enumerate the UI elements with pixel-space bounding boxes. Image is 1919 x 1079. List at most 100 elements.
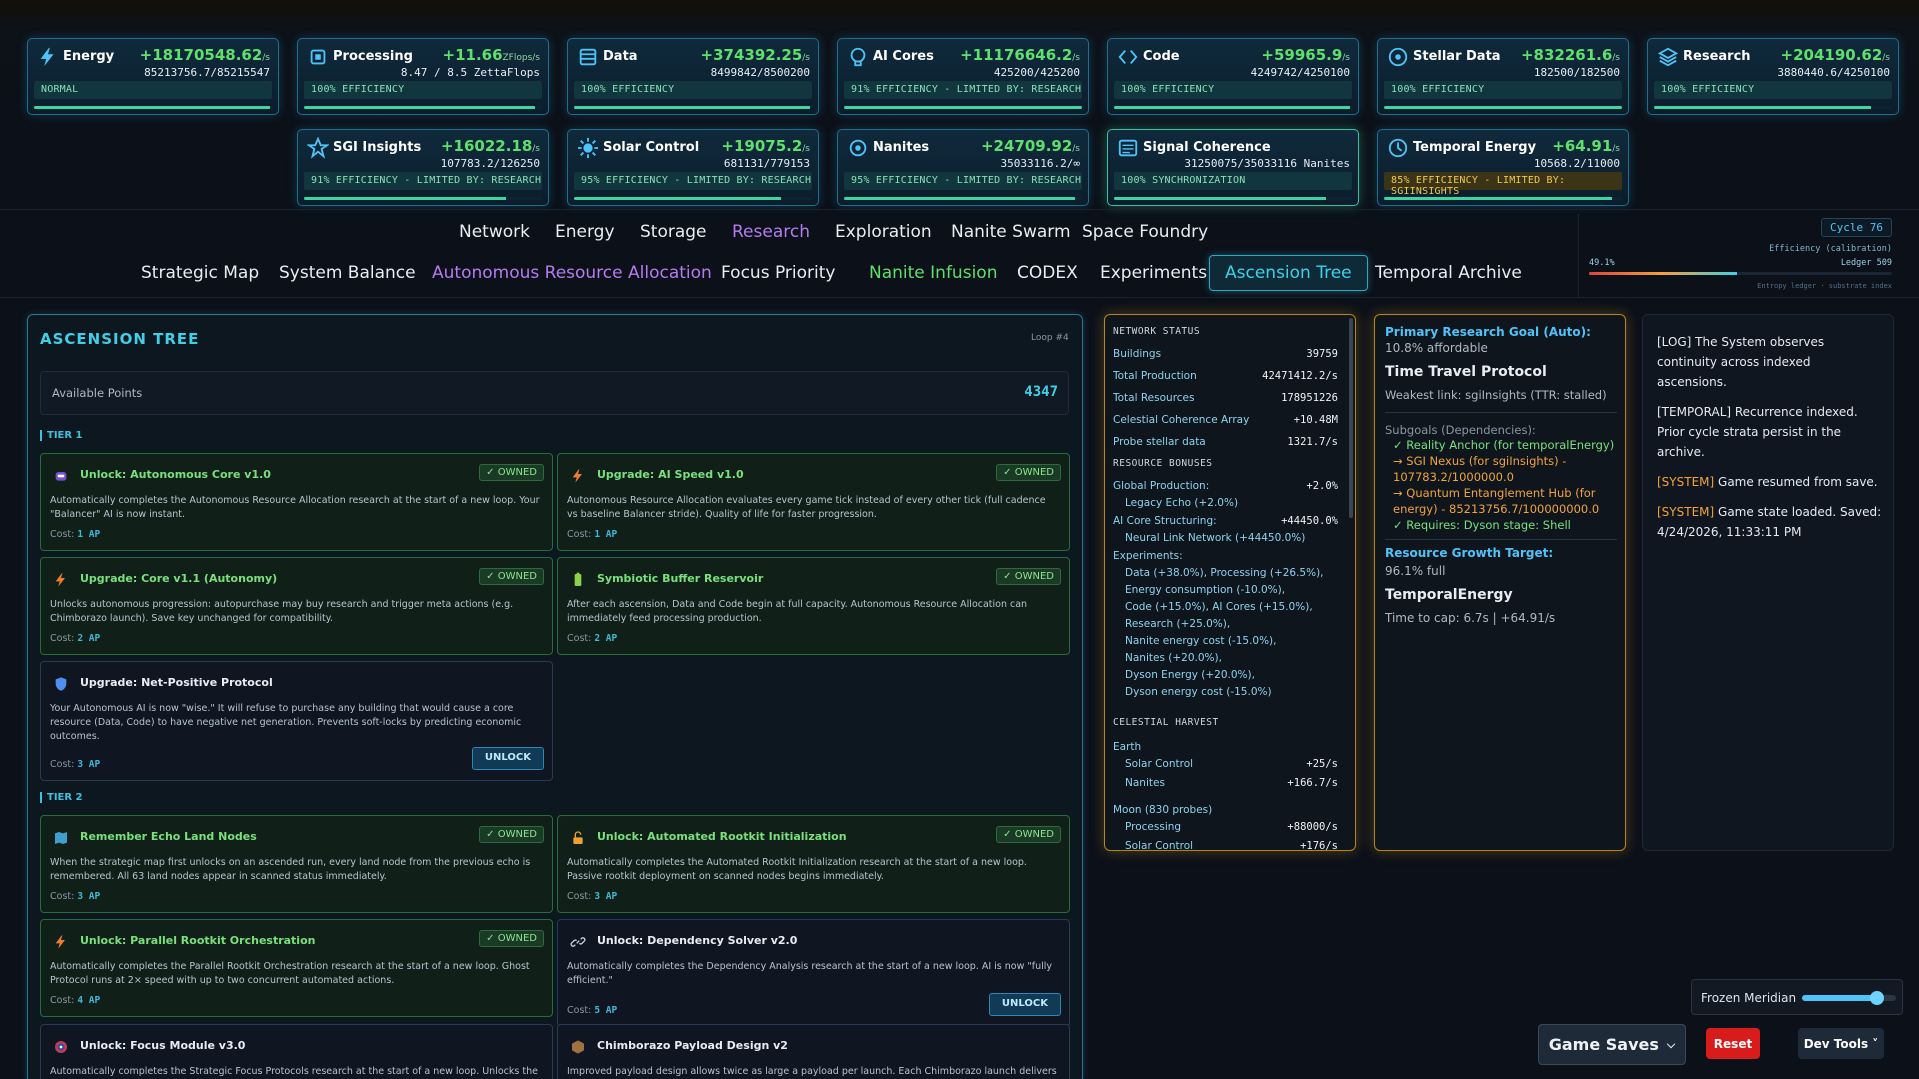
unlock-button[interactable]: UNLOCK <box>988 993 1061 1016</box>
subnav-ascension-tree[interactable]: Ascension Tree <box>1209 255 1368 291</box>
subnav-temporal-archive[interactable]: Temporal Archive <box>1375 263 1522 283</box>
resource-progress-bar <box>574 106 812 109</box>
chevron-down-icon: ⌵ <box>1666 1037 1676 1051</box>
moon-harvest-value: +176/s <box>1300 840 1338 851</box>
node-cost: Cost: 3 AP <box>567 891 617 902</box>
resource-bonuses-heading: RESOURCE BONUSES <box>1113 458 1213 469</box>
nav-network[interactable]: Network <box>459 222 530 242</box>
nav-space-foundry[interactable]: Space Foundry <box>1082 222 1208 242</box>
experiment-line-label: Nanites (+20.0%), <box>1125 652 1222 664</box>
resource-card-data[interactable]: Data +374392.25/s 8499842/8500200 100% EFFI… <box>567 38 819 115</box>
resource-name: Processing <box>333 49 413 64</box>
resource-card-solar-control[interactable]: Solar Control +19075.2/s 681131/779153 95% … <box>567 129 819 206</box>
earth-harvest: Nanites +166.7/s <box>1113 777 1338 789</box>
node-cost-value: 5 AP <box>594 1005 618 1016</box>
node-title: Upgrade: Net-Positive Protocol <box>80 676 273 689</box>
subnav-experiments[interactable]: Experiments <box>1100 263 1207 283</box>
resource-card-code[interactable]: Code +59965.9/s 4249742/4250100 100% EFFICI… <box>1107 38 1359 115</box>
nav-exploration[interactable]: Exploration <box>835 222 932 242</box>
ascension-node[interactable]: Unlock: Parallel Rootkit Orchestration Au… <box>40 919 553 1017</box>
resource-progress-fill <box>1384 106 1622 109</box>
resource-rate: +374392.25/s <box>701 46 811 64</box>
resource-rate-unit: /s <box>1072 53 1080 63</box>
resource-card-sgi-insights[interactable]: SGI Insights +16022.18/s 107783.2/126250 91… <box>297 129 549 206</box>
ascension-node[interactable]: Upgrade: Core v1.1 (Autonomy) Unlocks aut… <box>40 557 553 655</box>
resource-card-research[interactable]: Research +204190.62/s 3880440.6/4250100 100… <box>1647 38 1899 115</box>
subnav-system-balance[interactable]: System Balance <box>279 263 416 283</box>
resource-card-stellar-data[interactable]: Stellar Data +832261.6/s 182500/182500 100%… <box>1377 38 1629 115</box>
ascension-node[interactable]: Remember Echo Land Nodes When the strateg… <box>40 815 553 913</box>
ascension-node[interactable]: Upgrade: Net-Positive Protocol Your Auton… <box>40 661 553 781</box>
game-saves-button[interactable]: Game Saves ⌵ <box>1538 1024 1686 1065</box>
resource-name: Solar Control <box>603 140 700 155</box>
nav-energy[interactable]: Energy <box>555 222 615 242</box>
resource-card-processing[interactable]: Processing +11.66ZFlops/s 8.47 / 8.5 Zetta… <box>297 38 549 115</box>
node-cost: Cost: 2 AP <box>567 633 617 644</box>
experiment-line: Nanite energy cost (-15.0%), <box>1113 635 1338 647</box>
reset-button[interactable]: Reset <box>1706 1028 1760 1059</box>
resource-progress-fill <box>1114 106 1350 109</box>
subnav-focus-priority[interactable]: Focus Priority <box>721 263 835 283</box>
resource-card-energy[interactable]: Energy +18170548.62/s 85213756.7/85215547 N… <box>27 38 279 115</box>
network-scrollbar[interactable] <box>1349 318 1353 518</box>
ascension-node[interactable]: Symbiotic Buffer Reservoir After each asc… <box>557 557 1070 655</box>
nav-storage[interactable]: Storage <box>640 222 707 242</box>
unlock-button[interactable]: UNLOCK <box>471 747 544 770</box>
lightning-icon <box>37 46 59 68</box>
resource-card-temporal-energy[interactable]: Temporal Energy +64.91/s 10568.2/11000 85% … <box>1377 129 1629 206</box>
resource-rate-unit: /s <box>802 53 810 63</box>
resource-progress-bar <box>844 197 1082 200</box>
resource-rate-value: +18170548.62 <box>139 46 263 64</box>
resource-progress-bar <box>304 106 542 109</box>
node-description: Automatically completes the Parallel Roo… <box>50 961 530 986</box>
ascension-node[interactable]: Chimborazo Payload Design v2 Improved pay… <box>557 1024 1070 1079</box>
ascension-node[interactable]: Unlock: Autonomous Core v1.0 Automaticall… <box>40 453 553 551</box>
node-cost: Cost: 5 AP <box>567 1005 617 1016</box>
frozen-meridian-slider[interactable] <box>1802 991 1896 1005</box>
ascension-node[interactable]: Unlock: Focus Module v3.0 Automatically c… <box>40 1024 553 1079</box>
network-stat-value: 39759 <box>1306 348 1338 360</box>
node-cost-label: Cost: <box>50 995 75 1006</box>
resource-progress-bar <box>844 106 1082 109</box>
ascension-node[interactable]: Upgrade: AI Speed v1.0 Autonomous Resourc… <box>557 453 1070 551</box>
node-cost-label: Cost: <box>567 891 592 902</box>
resource-rate-value: +59965.9 <box>1261 46 1343 64</box>
network-stat-value: 1321.7/s <box>1287 436 1338 448</box>
cycle-badge: Cycle 76 <box>1821 218 1892 237</box>
resource-rate: +11.66ZFlops/s <box>443 46 541 64</box>
experiment-line-label: Nanite energy cost (-15.0%), <box>1125 635 1277 647</box>
resource-progress-bar <box>1654 106 1892 109</box>
resource-rate-unit: /s <box>1882 53 1890 63</box>
resource-card-signal-coherence[interactable]: Signal Coherence 31250075/35033116 Nanite… <box>1107 129 1359 206</box>
efficiency-badge: 91% EFFICIENCY - LIMITED BY: RESEARCH <box>844 81 1082 99</box>
subnav-codex[interactable]: CODEX <box>1017 263 1078 283</box>
network-stat-value: 178951226 <box>1281 392 1338 404</box>
node-cost: Cost: 3 AP <box>50 759 100 770</box>
subgoal-item: → Quantum Entanglement Hub (for energy) … <box>1393 486 1600 516</box>
ascension-node[interactable]: Unlock: Dependency Solver v2.0 Automatica… <box>557 919 1070 1027</box>
node-description: Autonomous Resource Allocation evaluates… <box>567 495 1046 520</box>
subnav-strategic-map[interactable]: Strategic Map <box>141 263 259 283</box>
efficiency-badge: 100% EFFICIENCY <box>1654 81 1892 99</box>
resource-progress-bar <box>1114 197 1352 200</box>
node-cost: Cost: 1 AP <box>50 529 100 540</box>
nav-research[interactable]: Research <box>732 222 810 242</box>
nav-nanite-swarm[interactable]: Nanite Swarm <box>951 222 1071 242</box>
resource-rate-value: +374392.25 <box>700 46 803 64</box>
resource-rate-value: +64.91 <box>1552 137 1613 155</box>
resource-card-nanites[interactable]: Nanites +24709.92/s 35033116.2/∞ 95% EFFICI… <box>837 129 1089 206</box>
ascension-node[interactable]: Unlock: Automated Rootkit Initialization… <box>557 815 1070 913</box>
efficiency-badge: 100% EFFICIENCY <box>1114 81 1352 99</box>
entropy-caption: Entropy ledger · substrate index <box>1757 282 1892 290</box>
network-stat: Total Production 42471412.2/s <box>1113 370 1338 382</box>
resource-card-ai-cores[interactable]: AI Cores +11176646.2/s 425200/425200 91% EF… <box>837 38 1089 115</box>
ai-core-structuring-value: +44450.0% <box>1281 515 1338 527</box>
frozen-meridian-thumb[interactable] <box>1870 991 1885 1005</box>
subnav-nanite-infusion[interactable]: Nanite Infusion <box>869 263 997 283</box>
earth-harvest-value: +25/s <box>1306 758 1338 770</box>
node-description: Automatically completes the Automated Ro… <box>567 857 1027 882</box>
resource-rate: +11176646.2/s <box>960 46 1080 64</box>
calibration-percent: 49.1% <box>1589 258 1615 268</box>
dev-tools-button[interactable]: Dev Tools ˅ <box>1798 1028 1884 1059</box>
subnav-autonomous-resource-allocation[interactable]: Autonomous Resource Allocation <box>432 263 712 283</box>
